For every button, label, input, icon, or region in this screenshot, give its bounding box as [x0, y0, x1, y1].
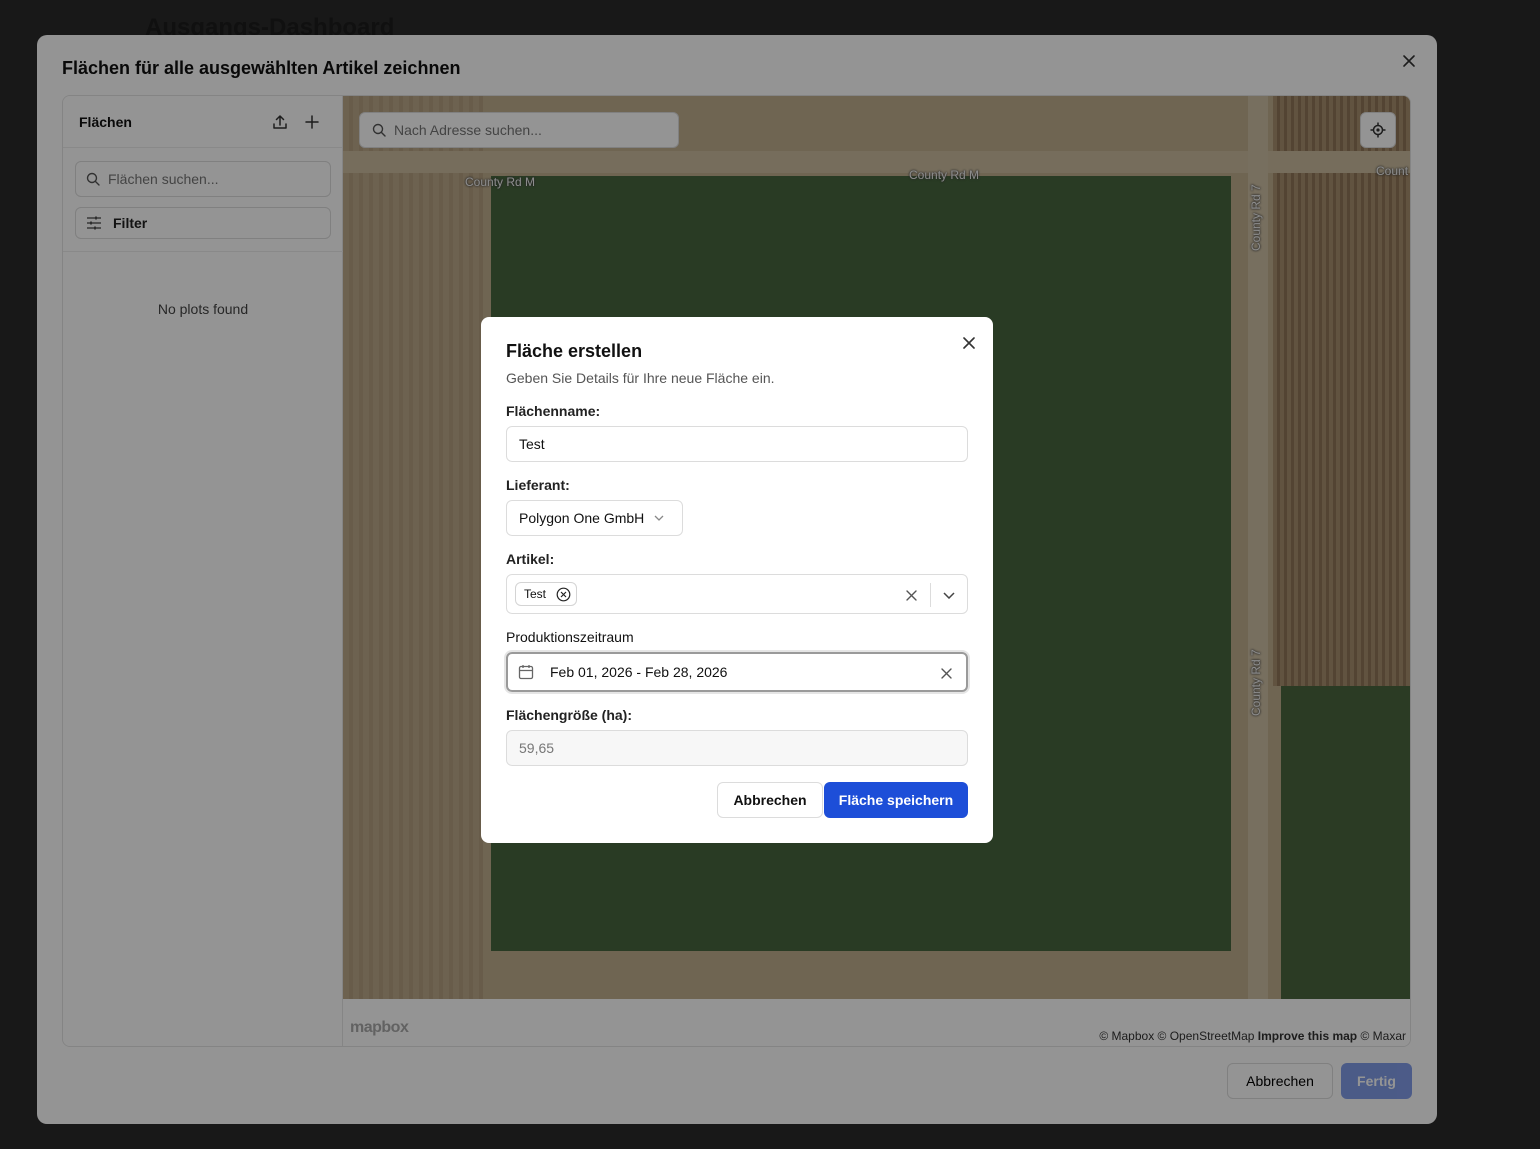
clear-icon[interactable]	[901, 585, 921, 605]
dialog-title: Fläche erstellen	[506, 341, 643, 361]
article-chip: Test	[515, 582, 578, 606]
production-period-value: Feb 01, 2026 - Feb 28, 2026	[550, 664, 728, 680]
area-name-input[interactable]	[506, 426, 968, 462]
area-name-label: Flächenname:	[506, 403, 601, 419]
production-period-picker[interactable]: Feb 01, 2026 - Feb 28, 2026	[506, 652, 968, 692]
article-label: Artikel:	[506, 551, 555, 567]
divider	[930, 583, 931, 607]
chevron-down-icon[interactable]	[939, 585, 959, 605]
create-area-dialog: Fläche erstellen Geben Sie Details für I…	[481, 317, 993, 843]
chip-label: Test	[524, 587, 547, 601]
calendar-icon	[518, 665, 534, 680]
article-multiselect[interactable]: Test	[506, 574, 968, 614]
production-period-label: Produktionszeitraum	[506, 629, 634, 645]
cancel-button[interactable]: Abbrechen	[717, 782, 823, 818]
dialog-description: Geben Sie Details für Ihre neue Fläche e…	[506, 370, 775, 386]
supplier-label: Lieferant:	[506, 477, 570, 493]
supplier-select[interactable]: Polygon One GmbH	[506, 500, 683, 536]
area-size-input	[506, 730, 968, 766]
save-area-button[interactable]: Fläche speichern	[824, 782, 968, 818]
close-icon[interactable]	[959, 333, 979, 353]
chevron-down-icon	[654, 515, 664, 521]
remove-chip-icon[interactable]	[554, 585, 572, 603]
supplier-value: Polygon One GmbH	[519, 510, 645, 526]
area-size-label: Flächengröße (ha):	[506, 707, 633, 723]
clear-icon[interactable]	[936, 663, 956, 683]
